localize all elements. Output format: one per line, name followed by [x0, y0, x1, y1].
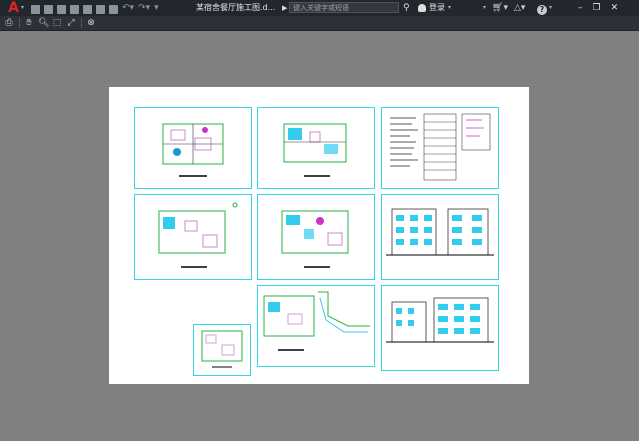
search-input[interactable]: 键入关键字或短语 — [289, 2, 399, 13]
sheet-floor-plan-3 — [134, 194, 252, 280]
close-button[interactable]: ✕ — [611, 0, 619, 16]
restore-button[interactable]: ❐ — [593, 0, 601, 16]
customize-icon[interactable]: ▾ — [154, 0, 159, 16]
a360-icon[interactable]: △▾ — [514, 0, 525, 16]
zoom-window-icon[interactable]: ⬚ — [52, 18, 62, 28]
preview-toolbar: ⎙ ✋︎ 🔍︎ ⬚ ⤢ ⊗ — [0, 16, 639, 31]
sheet-site-plan — [257, 285, 375, 367]
help-icon: ? — [537, 4, 547, 15]
chevron-down-icon: ▾ — [448, 4, 452, 11]
window-controls: – ❐ ✕ — [578, 0, 618, 16]
binoculars-icon[interactable]: ⚲ — [403, 0, 410, 16]
pan-icon[interactable]: ✋︎ — [24, 18, 34, 28]
open-web-icon[interactable] — [83, 5, 92, 14]
user-icon — [418, 4, 426, 12]
toolbar-divider — [19, 18, 20, 28]
floor-plan-drawing — [158, 202, 238, 268]
app-menu-caret-icon[interactable]: ▾ — [21, 0, 24, 16]
zoom-icon[interactable]: 🔍︎ — [38, 18, 49, 28]
new-icon[interactable] — [31, 5, 40, 14]
toolbar-divider — [81, 18, 82, 28]
undo-icon[interactable]: ↶▾ — [122, 0, 134, 16]
floor-plan-drawing — [162, 123, 224, 177]
site-plan-drawing — [263, 291, 370, 351]
sheet-floor-plan-4 — [257, 194, 375, 280]
plot-preview-paper — [109, 87, 529, 384]
separator-caret-icon[interactable]: ▾ — [483, 0, 486, 16]
zoom-extents-icon[interactable]: ⤢ — [66, 18, 76, 28]
document-title: 某宿舍餐厅施工图.d... — [196, 3, 276, 12]
help-button[interactable]: ? ▾ — [537, 0, 552, 16]
sheet-floor-plan-1 — [134, 107, 252, 189]
sheet-elevations-2 — [381, 285, 499, 371]
chevron-down-icon: ▾ — [549, 4, 553, 11]
sheet-design-notes — [381, 107, 499, 189]
exchange-tools: ▾ 🛒︎▾ △▾ — [483, 0, 525, 16]
save-as-icon[interactable] — [70, 5, 79, 14]
detail-drawing — [201, 330, 243, 368]
save-web-icon[interactable] — [96, 5, 105, 14]
close-preview-icon[interactable]: ⊗ — [86, 18, 96, 28]
sheet-elevations-1 — [381, 194, 499, 280]
redo-icon[interactable]: ↷▾ — [138, 0, 150, 16]
notes-drawing — [390, 113, 491, 181]
plot-icon[interactable] — [109, 5, 118, 14]
sign-in-label: 登录 — [429, 3, 445, 12]
print-icon[interactable]: ⎙ — [4, 18, 14, 28]
title-bar: A ▾ ↶▾ ↷▾ ▾ 某宿舍餐厅施工图.d... ▶ 键入关键字或短语 ⚲ 登… — [0, 0, 639, 16]
floor-plan-drawing — [281, 210, 349, 268]
cart-icon[interactable]: 🛒︎▾ — [492, 0, 508, 16]
elevation-drawing — [386, 208, 494, 256]
search-expand-icon[interactable]: ▶ — [282, 0, 287, 16]
minimize-button[interactable]: – — [578, 0, 583, 16]
floor-plan-drawing — [283, 123, 347, 177]
save-icon[interactable] — [57, 5, 66, 14]
open-icon[interactable] — [44, 5, 53, 14]
sheet-floor-plan-2 — [257, 107, 375, 189]
elevation-drawing — [386, 297, 494, 343]
sign-in-button[interactable]: 登录 ▾ — [418, 0, 451, 16]
quick-access-toolbar: ↶▾ ↷▾ ▾ — [31, 0, 159, 16]
sheet-detail-small — [193, 324, 251, 376]
